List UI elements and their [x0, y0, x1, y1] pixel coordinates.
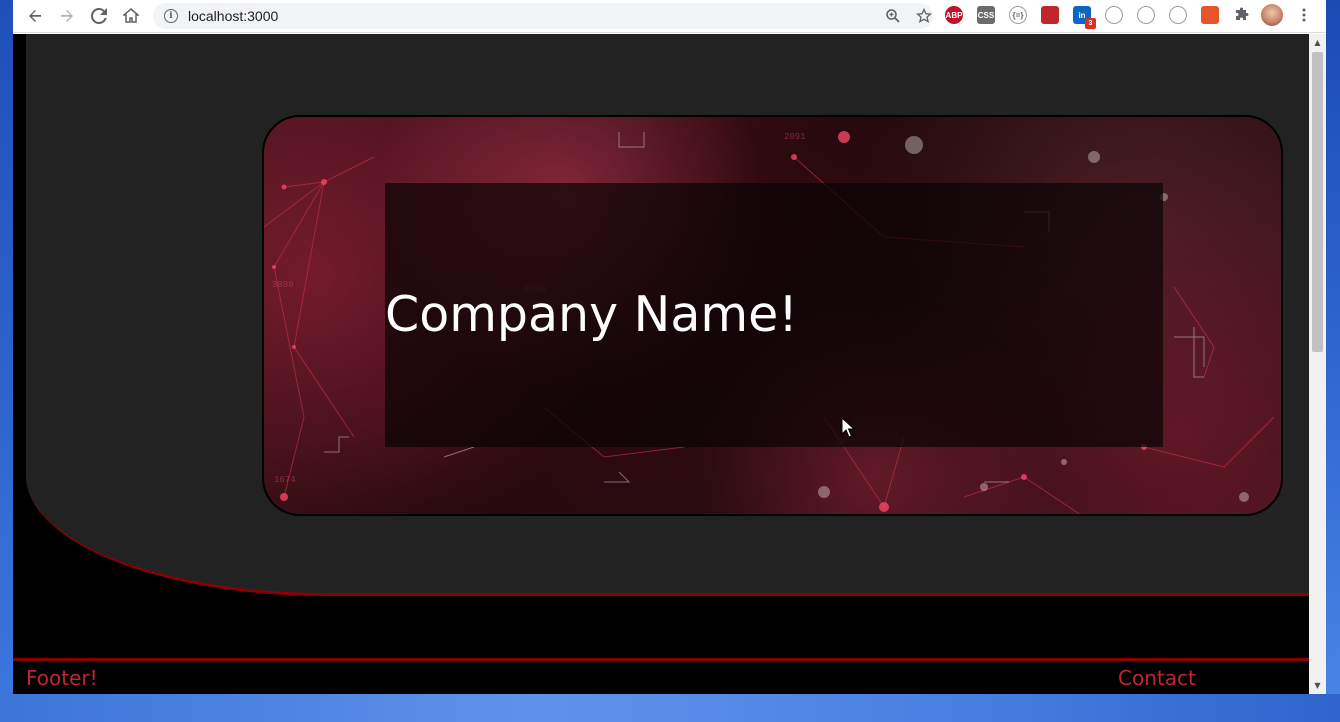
extensions-puzzle-icon[interactable]: [1233, 6, 1251, 24]
extension-badge: 3: [1085, 18, 1096, 29]
orange-extension-icon[interactable]: [1201, 6, 1219, 24]
footer-text: Footer!: [26, 666, 98, 690]
browser-toolbar: i localhost:3000 ABP CSS {=} in 3: [13, 0, 1326, 33]
browser-window: i localhost:3000 ABP CSS {=} in 3 2091 3…: [13, 0, 1326, 694]
scroll-thumb[interactable]: [1312, 52, 1323, 352]
desktop-wallpaper-right: [1326, 0, 1340, 722]
reload-button[interactable]: [87, 5, 111, 27]
contact-link[interactable]: Contact: [1118, 666, 1196, 690]
profile-avatar[interactable]: [1261, 4, 1283, 26]
home-button[interactable]: [119, 5, 143, 27]
address-bar[interactable]: i localhost:3000: [153, 3, 933, 29]
svg-text:1674: 1674: [274, 475, 296, 485]
dark-mode-icon[interactable]: [1105, 6, 1123, 24]
footer: Footer! Contact: [13, 658, 1309, 694]
linkedin-icon[interactable]: in 3: [1073, 6, 1096, 29]
scroll-up-arrow-icon[interactable]: ▲: [1309, 34, 1326, 51]
extension-label: CSS: [977, 10, 995, 20]
colorful-extension-icon[interactable]: [1137, 6, 1155, 24]
css-viewer-icon[interactable]: CSS: [977, 6, 995, 24]
extension-label: {=}: [1012, 10, 1024, 20]
adblock-plus-icon[interactable]: ABP: [945, 6, 963, 24]
vertical-scrollbar[interactable]: ▲ ▼: [1309, 34, 1326, 694]
menu-kebab-icon[interactable]: [1295, 6, 1313, 24]
reload-icon: [91, 8, 107, 24]
arrow-left-icon: [29, 10, 41, 22]
company-name-heading: Company Name!: [385, 286, 798, 343]
desktop-wallpaper-left: [0, 0, 13, 722]
zoom-icon[interactable]: [885, 8, 901, 24]
back-button[interactable]: [23, 5, 47, 27]
desktop-wallpaper-bottom: [0, 694, 1340, 722]
circle-extension-icon[interactable]: [1169, 6, 1187, 24]
page-viewport: 2091 3899 1674 3560 Company Name! Footer…: [13, 34, 1309, 694]
bookmark-star-icon[interactable]: [916, 8, 932, 24]
url-text: localhost:3000: [188, 8, 279, 24]
svg-text:3899: 3899: [272, 280, 294, 290]
home-icon: [123, 8, 139, 23]
extension-label: ABP: [945, 10, 963, 20]
title-overlay: Company Name!: [385, 183, 1163, 447]
red-extension-icon[interactable]: [1041, 6, 1059, 24]
json-viewer-icon[interactable]: {=}: [1009, 6, 1027, 24]
scroll-down-arrow-icon[interactable]: ▼: [1309, 677, 1326, 694]
hero-banner: 2091 3899 1674 3560 Company Name!: [262, 115, 1283, 516]
mouse-cursor-icon: [841, 417, 856, 438]
svg-text:2091: 2091: [784, 132, 806, 142]
arrow-right-icon: [61, 10, 73, 22]
info-icon[interactable]: i: [164, 9, 178, 23]
forward-button[interactable]: [55, 5, 79, 27]
